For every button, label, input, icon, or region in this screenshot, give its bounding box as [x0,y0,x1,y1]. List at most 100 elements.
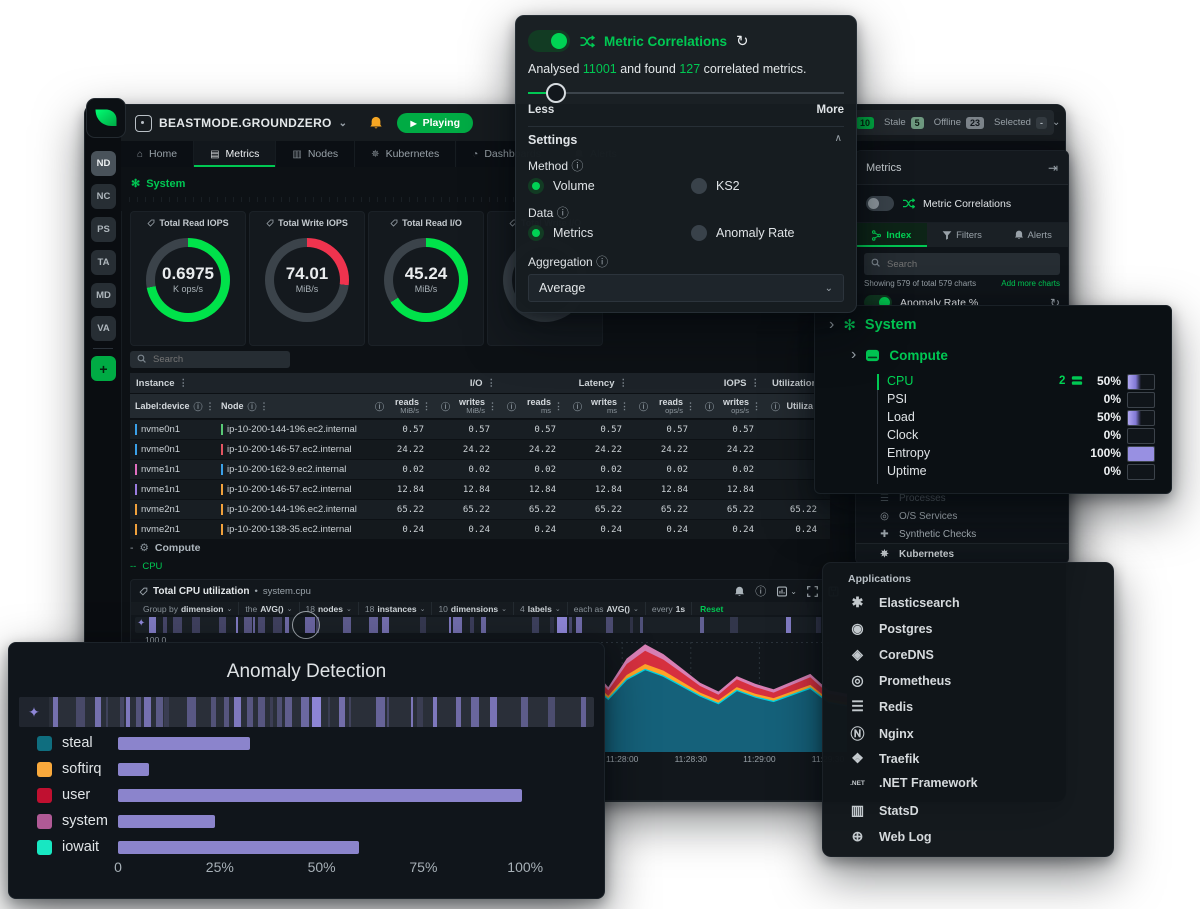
charts-search[interactable] [864,253,1060,275]
table-search[interactable] [130,351,290,368]
selected-count-badge[interactable]: - [1036,117,1047,129]
toolbar-labels[interactable]: 4labels⌄ [514,602,568,615]
app-item-traefik[interactable]: ❖Traefik [823,750,1113,767]
charts-search-input[interactable] [885,258,1053,271]
gauge-card-0[interactable]: Total Read IOPS0.6975K ops/s [130,211,246,346]
space-selector[interactable]: BEASTMODE.GROUNDZERO ⌄ [135,115,347,132]
add-more-charts-link[interactable]: Add more charts [1001,279,1060,288]
tree-item-entropy[interactable]: Entropy100% [815,444,1171,462]
anomaly-ribbon-large[interactable]: ✦ [19,697,594,727]
playing-button[interactable]: ▶ Playing [397,113,473,133]
sidebar-tab-filters[interactable]: Filters [927,223,998,247]
chevron-down-icon[interactable]: ⌄ [1052,117,1060,128]
sidebar-item-syntheticchecks[interactable]: ✚Synthetic Checks [856,525,1068,543]
correlation-slider-track[interactable] [528,92,844,94]
tab-kubernetes[interactable]: ✵Kubernetes [355,141,456,167]
chevron-up-icon[interactable]: ∧ [835,133,842,144]
chart-type-icon[interactable]: ⌄ [776,586,797,597]
column-header[interactable]: ⓘwritesMiB/s⋮ [436,394,502,418]
method-volume-option[interactable]: Volume [528,178,595,194]
compute-section-heading[interactable]: - ⚙ Compute [130,542,200,554]
add-space-button[interactable]: + [91,356,116,381]
table-row[interactable]: nvme2n1ip-10-200-144-196.ec2.internal65.… [130,500,830,519]
anomaly-ribbon[interactable]: ✦ [135,617,843,633]
column-header[interactable]: Label:deviceⓘ⋮ [130,394,216,418]
offline-count-badge[interactable]: 23 [966,117,984,129]
legend-item-iowait[interactable]: iowait [37,839,99,855]
tree-item-clock[interactable]: Clock0% [815,426,1171,444]
table-row[interactable]: nvme2n1ip-10-200-138-35.ec2.internal0.24… [130,520,830,539]
app-item-elasticsearch[interactable]: ✱Elasticsearch [823,594,1113,611]
app-item-nginx[interactable]: ⓃNginx [823,724,1113,744]
fullscreen-icon[interactable] [807,586,818,597]
column-header[interactable]: ⓘwritesms⋮ [568,394,634,418]
node-status-badges[interactable]: 10 Stale 5 Offline 23 Selected - ⌄ [848,110,1054,135]
toolbar-1s[interactable]: every1s [646,602,692,615]
aggregation-select[interactable]: Average ⌄ [528,274,844,302]
tab-metrics[interactable]: ▤Metrics [194,141,276,167]
rail-space-ta[interactable]: TA [91,250,116,275]
rail-space-nd[interactable]: ND [91,151,116,176]
column-header[interactable]: Nodeⓘ⋮ [216,394,370,418]
netdata-logo[interactable] [86,98,126,138]
reset-button[interactable]: Reset [692,604,731,614]
toolbar-avg[interactable]: theAVG()⌄ [239,602,299,615]
column-header[interactable]: ⓘreadsops/s⋮ [634,394,700,418]
app-item-redis[interactable]: ☰Redis [823,698,1113,715]
legend-item-system[interactable]: system [37,813,108,829]
table-group-io[interactable]: I/O⋮ [370,373,502,393]
gauge-card-2[interactable]: Total Read I/O45.24MiB/s [368,211,484,346]
method-ks2-option[interactable]: KS2 [691,178,740,194]
table-group-latency[interactable]: Latency⋮ [502,373,634,393]
correlations-popup-toggle[interactable] [528,30,570,52]
column-header[interactable]: ⓘreadsms⋮ [502,394,568,418]
info-icon[interactable]: ⓘ [557,206,569,220]
app-item-coredns[interactable]: ◈CoreDNS [823,646,1113,663]
stale-count-badge[interactable]: 5 [911,117,924,129]
app-item-weblog[interactable]: ⊕Web Log [823,828,1113,845]
toolbar-dimension[interactable]: Group bydimension⌄ [137,602,239,615]
correlation-slider-knob[interactable] [546,83,566,103]
tree-node-system[interactable]: › ✻ System [829,316,917,334]
toolbar-dimensions[interactable]: 10dimensions⌄ [432,602,514,615]
live-count-badge[interactable]: 10 [856,117,874,129]
column-header[interactable]: ⓘwritesops/s⋮ [700,394,766,418]
toolbar-avg[interactable]: each asAVG()⌄ [568,602,646,615]
app-item-statsd[interactable]: ▥StatsD [823,802,1113,819]
ribbon-marker[interactable] [292,611,320,639]
sidebar-item-kubernetes[interactable]: ✵Kubernetes [856,543,1068,564]
app-item-prometheus[interactable]: ◎Prometheus [823,672,1113,689]
collapse-sidebar-icon[interactable]: ⇥ [1048,161,1058,175]
rail-space-ps[interactable]: PS [91,217,116,242]
alert-bell-icon[interactable] [734,586,745,597]
table-row[interactable]: nvme1n1ip-10-200-162-9.ec2.internal0.020… [130,460,830,479]
column-header[interactable]: ⓘreadsMiB/s⋮ [370,394,436,418]
tree-item-cpu[interactable]: CPU250% [815,372,1171,390]
info-icon[interactable]: ⓘ [596,255,608,269]
section-breadcrumb[interactable]: ✻ System [131,177,185,190]
sidebar-item-osservices[interactable]: ◎O/S Services [856,507,1068,525]
info-icon[interactable]: ⓘ [755,583,766,599]
table-row[interactable]: nvme0n1ip-10-200-144-196.ec2.internal0.5… [130,420,830,439]
legend-item-steal[interactable]: steal [37,735,93,751]
gauge-card-1[interactable]: Total Write IOPS74.01MiB/s [249,211,365,346]
sidebar-tab-index[interactable]: Index [856,223,927,247]
tab-home[interactable]: ⌂Home [121,141,194,167]
legend-item-softirq[interactable]: softirq [37,761,102,777]
tree-item-load[interactable]: Load50% [815,408,1171,426]
info-icon[interactable]: ⓘ [571,159,583,173]
tree-node-compute[interactable]: › Compute [851,346,948,364]
app-item-postgres[interactable]: ◉Postgres [823,620,1113,637]
rail-space-nc[interactable]: NC [91,184,116,209]
toolbar-instances[interactable]: 18instances⌄ [359,602,433,615]
refresh-icon[interactable]: ↻ [736,32,749,50]
rail-space-md[interactable]: MD [91,283,116,308]
table-search-input[interactable] [151,353,283,366]
legend-item-user[interactable]: user [37,787,90,803]
table-row[interactable]: nvme0n1ip-10-200-146-57.ec2.internal24.2… [130,440,830,459]
table-row[interactable]: nvme1n1ip-10-200-146-57.ec2.internal12.8… [130,480,830,499]
news-bell-icon[interactable] [369,116,383,130]
correlations-toggle[interactable] [866,196,894,211]
table-group-iops[interactable]: IOPS⋮ [634,373,766,393]
cpu-subsection-heading[interactable]: -- CPU [130,561,162,572]
